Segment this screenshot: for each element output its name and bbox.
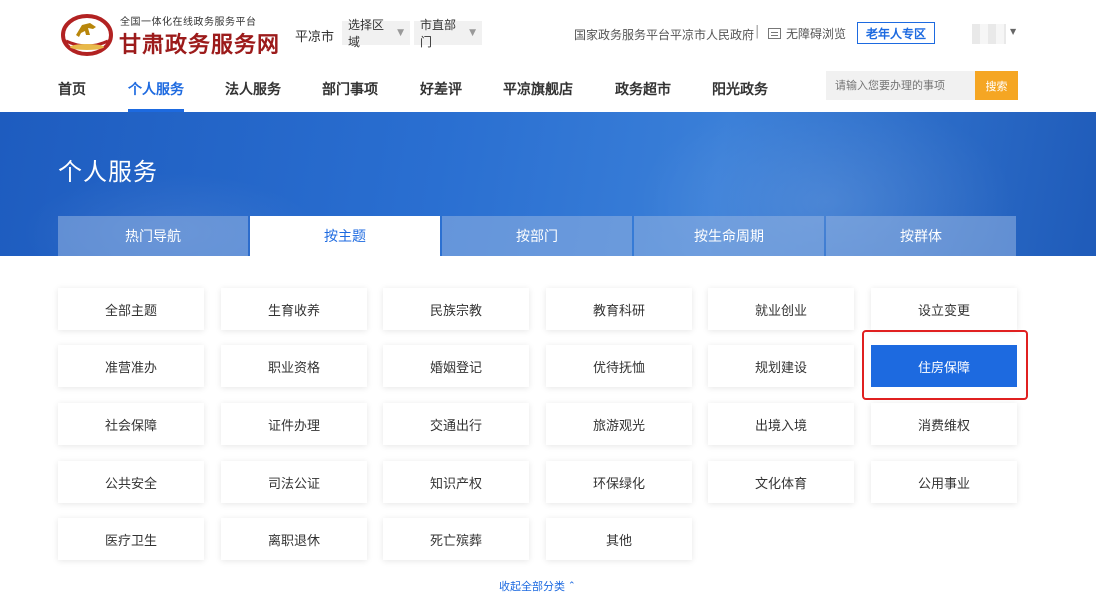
selection-highlight-box [862,330,1028,400]
topic-consumer-rights[interactable]: 消费维权 [871,403,1017,445]
topic-retirement[interactable]: 离职退休 [221,518,367,560]
gansu-emblem-icon[interactable] [60,11,114,57]
region-select-label: 选择区域 [348,18,385,49]
topic-culture-sports[interactable]: 文化体育 [708,461,854,503]
topic-certificates[interactable]: 证件办理 [221,403,367,445]
topic-establishment-change[interactable]: 设立变更 [871,288,1017,330]
caret-down-icon[interactable]: ▼ [1010,27,1016,36]
collapse-label: 收起全部分类 [499,580,565,593]
nav-corporate-service[interactable]: 法人服务 [225,66,281,112]
topic-qualification[interactable]: 职业资格 [221,345,367,387]
top-header: 全国一体化在线政务服务平台 甘肃政务服务网 平凉市 选择区域 ▼ 市直部门 ▼ … [0,0,1096,66]
topic-exit-entry[interactable]: 出境入境 [708,403,854,445]
caret-down-icon: ▼ [469,28,476,38]
nav-sunshine-gov[interactable]: 阳光政务 [712,66,768,112]
tab-by-theme[interactable]: 按主题 [250,216,440,256]
topic-marriage[interactable]: 婚姻登记 [383,345,529,387]
nav-personal-service[interactable]: 个人服务 [128,66,184,112]
topic-preferential[interactable]: 优待抚恤 [546,345,692,387]
topic-other[interactable]: 其他 [546,518,692,560]
page-banner: 个人服务 热门导航 按主题 按部门 按生命周期 按群体 [0,112,1096,256]
topic-healthcare[interactable]: 医疗卫生 [58,518,204,560]
accessible-browse-link[interactable]: 无障碍浏览 [768,25,846,42]
tab-hot-navigation[interactable]: 热门导航 [58,216,248,256]
search-button[interactable]: 搜索 [975,71,1018,100]
topic-social-security[interactable]: 社会保障 [58,403,204,445]
logo-subtitle: 全国一体化在线政务服务平台 [120,17,257,28]
department-select[interactable]: 市直部门 ▼ [414,18,482,49]
topic-business-permit[interactable]: 准营准办 [58,345,204,387]
topic-ethnic-religion[interactable]: 民族宗教 [383,288,529,330]
topic-judicial-notary[interactable]: 司法公证 [221,461,367,503]
topic-transportation[interactable]: 交通出行 [383,403,529,445]
topic-tourism[interactable]: 旅游观光 [546,403,692,445]
topic-public-utilities[interactable]: 公用事业 [871,461,1017,503]
city-government-link[interactable]: 平凉市人民政府 [670,26,754,43]
national-platform-link[interactable]: 国家政务服务平台 [574,26,670,43]
region-select[interactable]: 选择区域 ▼ [342,18,410,49]
tab-by-group[interactable]: 按群体 [826,216,1016,256]
monitor-icon [768,28,781,39]
elder-zone-button[interactable]: 老年人专区 [857,22,935,44]
topic-intellectual-property[interactable]: 知识产权 [383,461,529,503]
collapse-all-categories[interactable]: 收起全部分类 ⌃ [499,578,576,594]
nav-gov-supermarket[interactable]: 政务超市 [615,66,671,112]
nav-department-items[interactable]: 部门事项 [322,66,378,112]
link-separator: | [755,24,760,39]
topic-employment[interactable]: 就业创业 [708,288,854,330]
nav-evaluation[interactable]: 好差评 [420,66,462,112]
caret-down-icon: ▼ [397,28,404,38]
tab-by-life-cycle[interactable]: 按生命周期 [634,216,824,256]
nav-home[interactable]: 首页 [58,66,86,112]
user-avatar[interactable] [972,24,1006,44]
chevron-up-icon: ⌃ [568,581,576,591]
topic-all[interactable]: 全部主题 [58,288,204,330]
topic-education-research[interactable]: 教育科研 [546,288,692,330]
topic-funeral[interactable]: 死亡殡葬 [383,518,529,560]
current-city: 平凉市 [295,30,335,45]
search-input[interactable] [826,71,976,100]
page-title: 个人服务 [58,158,158,186]
logo-title[interactable]: 甘肃政务服务网 [119,27,280,59]
department-select-label: 市直部门 [420,18,457,49]
accessible-browse-label: 无障碍浏览 [786,27,847,41]
topic-planning-construction[interactable]: 规划建设 [708,345,854,387]
topic-birth-adoption[interactable]: 生育收养 [221,288,367,330]
topic-environment[interactable]: 环保绿化 [546,461,692,503]
tab-by-department[interactable]: 按部门 [442,216,632,256]
nav-flagship-store[interactable]: 平凉旗舰店 [503,66,573,112]
topic-public-safety[interactable]: 公共安全 [58,461,204,503]
